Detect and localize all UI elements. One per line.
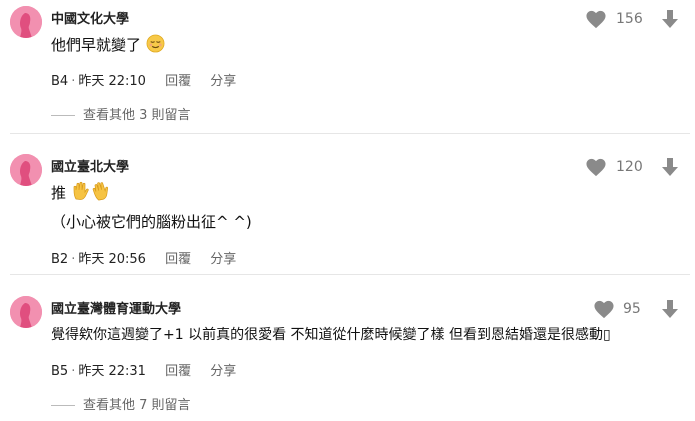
view-more-replies[interactable]: 查看其他 3 則留言 [51, 104, 191, 123]
comment-text: 他們早就變了 [51, 34, 165, 57]
divider-dash [51, 405, 75, 406]
floor-label: B2 [51, 252, 69, 267]
like-count: 156 [616, 11, 643, 27]
view-more-replies[interactable]: 查看其他 7 則留言 [51, 394, 191, 413]
timestamp: 昨天 20:56 [78, 252, 146, 267]
author-name[interactable]: 中國文化大學 [51, 8, 129, 27]
like-area: 156 [585, 8, 685, 32]
timestamp: 昨天 22:10 [78, 74, 146, 89]
comment-text: 覺得欸你這週變了+1 以前真的很愛看 不知道從什麼時候變了樣 但看到恩結婚還是很… [51, 324, 611, 344]
view-more-replies-label: 查看其他 3 則留言 [83, 108, 191, 123]
heart-icon[interactable] [593, 299, 615, 323]
reply-button[interactable]: 回覆 [165, 364, 191, 379]
comment-text-line: 他們早就變了 [51, 36, 142, 54]
comment-meta: B4 · 昨天 22:10 回覆 分享 [51, 74, 237, 89]
divider [10, 133, 690, 134]
share-button[interactable]: 分享 [210, 364, 236, 379]
comment-text-line: 推 [51, 184, 67, 202]
comment-meta: B2 · 昨天 20:56 回覆 分享 [51, 252, 237, 267]
like-area: 95 [593, 298, 693, 322]
downvote-arrow-icon[interactable] [660, 9, 680, 33]
user-silhouette-icon [10, 296, 42, 328]
comment-text-line: 覺得欸你這週變了+1 以前真的很愛看 不知道從什麼時候變了樣 但看到恩結婚還是很… [51, 327, 603, 343]
share-button[interactable]: 分享 [210, 74, 236, 89]
comment-b5: 國立臺灣體育運動大學 覺得欸你這週變了+1 以前真的很愛看 不知道從什麼時候變了… [0, 296, 695, 416]
avatar[interactable] [10, 154, 42, 186]
like-area: 120 [585, 156, 685, 180]
raised-hand-icon [71, 181, 91, 205]
divider-dash [51, 115, 75, 116]
like-count: 120 [616, 159, 643, 175]
downvote-arrow-icon[interactable] [660, 299, 680, 323]
view-more-replies-label: 查看其他 7 則留言 [83, 398, 191, 413]
like-count: 95 [623, 301, 641, 317]
user-silhouette-icon [10, 154, 42, 186]
floor-label: B5 [51, 364, 69, 379]
missing-glyph: ▯ [603, 327, 611, 343]
timestamp: 昨天 22:31 [78, 364, 146, 379]
comment-meta: B5 · 昨天 22:31 回覆 分享 [51, 364, 237, 379]
share-button[interactable]: 分享 [210, 252, 236, 267]
heart-icon[interactable] [585, 9, 607, 33]
avatar[interactable] [10, 296, 42, 328]
avatar[interactable] [10, 6, 42, 38]
divider [10, 274, 690, 275]
downvote-arrow-icon[interactable] [660, 157, 680, 181]
author-name[interactable]: 國立臺灣體育運動大學 [51, 298, 181, 317]
reply-button[interactable]: 回覆 [165, 252, 191, 267]
comment-b4: 中國文化大學 他們早就變了 B4 · 昨天 22:10 回覆 分享 156 查看… [0, 6, 695, 131]
comment-b2: 國立臺北大學 推 （小心被它們的腦粉出征^ ^) B2 · 昨天 20:56 回覆 … [0, 154, 695, 269]
waving-hand-icon [91, 181, 111, 205]
floor-label: B4 [51, 74, 69, 89]
relieved-face-icon [146, 34, 165, 57]
comment-text: 推 [51, 181, 111, 205]
reply-button[interactable]: 回覆 [165, 74, 191, 89]
author-name[interactable]: 國立臺北大學 [51, 156, 129, 175]
user-silhouette-icon [10, 6, 42, 38]
heart-icon[interactable] [585, 157, 607, 181]
comment-text-line: （小心被它們的腦粉出征^ ^) [51, 213, 252, 231]
